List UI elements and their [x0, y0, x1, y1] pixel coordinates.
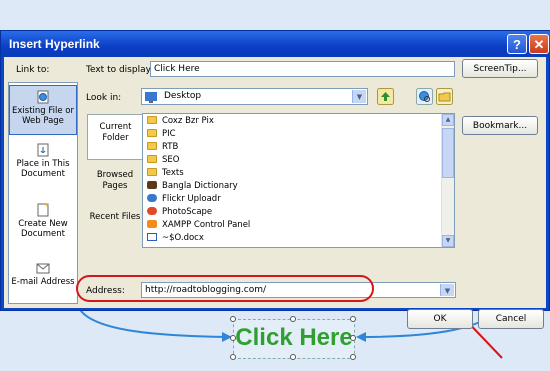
app-icon — [147, 207, 157, 215]
folder-icon — [147, 142, 157, 150]
file-name: RTB — [162, 142, 179, 152]
close-button[interactable]: ✕ — [529, 34, 549, 54]
folder-icon — [147, 168, 157, 176]
file-list-scrollbar[interactable]: ▲ ▼ — [441, 114, 454, 247]
title-bar: Insert Hyperlink ? ✕ — [1, 31, 550, 57]
list-item[interactable]: Flickr Uploadr — [147, 193, 221, 205]
link-to-item-label: Existing File or Web Page — [12, 106, 74, 126]
scroll-up-icon[interactable]: ▲ — [442, 114, 454, 126]
insert-hyperlink-dialog: Insert Hyperlink ? ✕ Link to: Existing F… — [0, 30, 550, 329]
folder-icon — [147, 116, 157, 124]
list-item[interactable]: ~$O.docx — [147, 232, 204, 244]
link-to-label: Link to: — [16, 65, 50, 75]
look-in-select[interactable]: Desktop ▼ — [141, 88, 368, 105]
browse-file-icon[interactable] — [436, 88, 453, 105]
resize-handle[interactable] — [230, 316, 236, 322]
text-to-display-label: Text to display: — [86, 65, 154, 75]
ok-button[interactable]: OK — [407, 309, 473, 329]
app-icon — [147, 220, 157, 228]
help-button[interactable]: ? — [507, 34, 527, 54]
file-name: XAMPP Control Panel — [162, 220, 251, 230]
list-item[interactable]: RTB — [147, 141, 178, 153]
dialog-body: Link to: Existing File or Web Page Place… — [4, 57, 546, 329]
link-to-new-document[interactable]: Create New Document — [9, 203, 77, 239]
link-to-email-address[interactable]: E-mail Address — [9, 261, 77, 287]
desktop-icon — [145, 92, 157, 103]
connector-arrowhead-right — [356, 332, 366, 342]
file-name: SEO — [162, 155, 180, 165]
app-icon — [147, 181, 157, 189]
browse-web-icon[interactable] — [416, 88, 433, 105]
list-item[interactable]: Bangla Dictionary — [147, 180, 238, 192]
folder-view-tabs: Current Folder Browsed Pages Recent File… — [87, 114, 143, 254]
chevron-down-icon[interactable]: ▼ — [440, 284, 454, 296]
list-item[interactable]: PhotoScape — [147, 206, 212, 218]
link-to-item-label: E-mail Address — [11, 277, 75, 287]
file-name: PhotoScape — [162, 207, 213, 217]
mail-icon — [36, 263, 50, 274]
file-name: PIC — [162, 129, 176, 139]
file-name: ~$O.docx — [162, 233, 204, 243]
tab-current-folder[interactable]: Current Folder — [87, 114, 143, 160]
folder-icon — [147, 155, 157, 163]
address-highlight-oval — [76, 275, 374, 302]
app-icon — [147, 194, 157, 202]
document-link-text[interactable]: Click Here — [233, 319, 355, 359]
file-name: Flickr Uploadr — [162, 194, 221, 204]
up-one-folder-icon[interactable] — [377, 88, 394, 105]
list-item[interactable]: Texts — [147, 167, 184, 179]
look-in-label: Look in: — [86, 93, 122, 103]
file-name: Bangla Dictionary — [162, 181, 238, 191]
list-item[interactable]: XAMPP Control Panel — [147, 219, 250, 231]
word-doc-icon — [147, 233, 157, 241]
look-in-value: Desktop — [164, 91, 202, 101]
file-list[interactable]: Coxz Bzr Pix PIC RTB SEO Texts Bangla Di… — [142, 113, 455, 248]
cancel-button[interactable]: Cancel — [478, 309, 544, 329]
globe-page-icon — [37, 90, 49, 104]
list-item[interactable]: SEO — [147, 154, 179, 166]
chevron-down-icon[interactable]: ▼ — [352, 90, 366, 103]
bookmark-button[interactable]: Bookmark... — [462, 116, 538, 135]
screentip-button[interactable]: ScreenTip... — [462, 59, 538, 78]
document-anchor-icon — [37, 143, 49, 157]
resize-handle[interactable] — [350, 354, 356, 360]
tab-browsed-pages[interactable]: Browsed Pages — [87, 170, 143, 192]
new-document-icon — [37, 203, 49, 217]
resize-handle[interactable] — [230, 335, 236, 341]
link-to-existing-file[interactable]: Existing File or Web Page — [9, 85, 77, 135]
list-item[interactable]: Coxz Bzr Pix — [147, 115, 214, 127]
text-to-display-input[interactable]: Click Here — [150, 61, 455, 77]
link-to-panel: Existing File or Web Page Place in This … — [8, 82, 78, 304]
resize-handle[interactable] — [290, 316, 296, 322]
resize-handle[interactable] — [230, 354, 236, 360]
link-to-item-label: Place in This Document — [16, 159, 70, 179]
link-to-place-in-document[interactable]: Place in This Document — [9, 143, 77, 179]
scrollbar-thumb[interactable] — [442, 128, 454, 178]
resize-handle[interactable] — [350, 335, 356, 341]
resize-handle[interactable] — [290, 354, 296, 360]
tab-recent-files[interactable]: Recent Files — [87, 212, 143, 223]
resize-handle[interactable] — [350, 316, 356, 322]
file-name: Coxz Bzr Pix — [162, 116, 214, 126]
file-name: Texts — [162, 168, 184, 178]
folder-icon — [147, 129, 157, 137]
list-item[interactable]: PIC — [147, 128, 176, 140]
scroll-down-icon[interactable]: ▼ — [442, 235, 454, 247]
dialog-title: Insert Hyperlink — [9, 37, 100, 51]
link-to-item-label: Create New Document — [18, 219, 68, 239]
